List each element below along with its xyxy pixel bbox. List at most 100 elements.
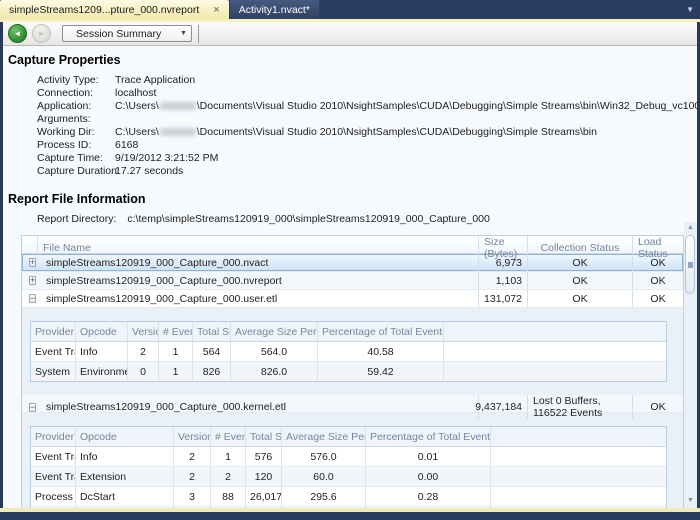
path-suffix: \Documents\Visual Studio 2010\NsightSamp… [197, 100, 697, 112]
file-row-nvreport[interactable]: + simpleStreams120919_000_Capture_000.nv… [22, 272, 683, 290]
table-row[interactable]: System Environment 0 1 826 826.0 59.42 [31, 362, 666, 381]
column-header-percentage[interactable]: Percentage of Total Events Sizes (%) [366, 427, 491, 447]
path-suffix: \Documents\Visual Studio 2010\NsightSamp… [197, 126, 597, 138]
column-header-opcode[interactable]: Opcode [76, 427, 174, 447]
collapse-icon[interactable]: − [29, 403, 36, 412]
column-header-avg-size[interactable]: Average Size Per Event [282, 427, 366, 447]
file-name: simpleStreams120919_000_Capture_000.nvre… [37, 272, 478, 289]
property-row-capture-time: Capture Time: 9/19/2012 3:21:52 PM [37, 152, 697, 165]
column-header-events[interactable]: # Events [211, 427, 246, 447]
view-selector-dropdown[interactable]: Session Summary ▼ [62, 25, 192, 42]
events-cell: 88 [211, 487, 246, 507]
collapse-icon[interactable]: − [29, 294, 36, 303]
column-header-version[interactable]: Version [128, 322, 159, 342]
property-value: 6168 [115, 139, 138, 152]
user-etl-sub-table: Provider Opcode Version # Events Total S… [30, 321, 667, 382]
column-header-filler [491, 427, 666, 447]
forward-icon: ► [38, 29, 46, 38]
column-header-version[interactable]: Version [174, 427, 211, 447]
column-header-events[interactable]: # Events [159, 322, 193, 342]
property-label: Connection: [37, 87, 115, 100]
scroll-up-icon[interactable]: ▲ [684, 222, 697, 234]
files-grid: File Name Size (Bytes) Collection Status… [21, 235, 684, 508]
report-content: Capture Properties Activity Type: Trace … [3, 46, 697, 508]
table-row[interactable]: Event Trace Info 2 1 564 564.0 40.58 [31, 342, 666, 362]
property-row-working-dir: Working Dir: C:\Users\\Documents\Visual … [37, 126, 697, 139]
vertical-scrollbar[interactable]: ▲ ▼ [684, 222, 697, 508]
avg-size-cell: 295.6 [282, 487, 366, 507]
events-cell: 2 [211, 467, 246, 487]
file-row-kernel-etl[interactable]: − simpleStreams120919_000_Capture_000.ke… [22, 395, 683, 413]
version-cell: 3 [174, 487, 211, 507]
total-size-cell: 576 [246, 447, 282, 467]
report-window: simpleStreams1209...pture_000.nvreport ×… [0, 0, 700, 520]
filler-cell [491, 467, 666, 487]
chevron-down-icon: ▼ [176, 30, 191, 37]
file-size: 9,437,184 [478, 395, 527, 419]
expand-icon[interactable]: + [29, 258, 36, 267]
report-directory-row: Report Directory:c:\temp\simpleStreams12… [37, 213, 697, 226]
avg-size-cell: 564.0 [231, 342, 318, 362]
sub-table-header: Provider Opcode Version # Events Total S… [31, 427, 666, 447]
back-button[interactable]: ◄ [8, 24, 27, 43]
report-file-information-title: Report File Information [8, 192, 697, 206]
property-value: C:\Users\ \Documents\Visual Studio 2010\N… [115, 100, 697, 113]
total-size-cell: 120 [246, 467, 282, 487]
property-label: Capture Duration: [37, 165, 115, 178]
property-value: localhost [115, 87, 156, 100]
tab-overflow-icon[interactable]: ▼ [686, 5, 694, 14]
property-row-capture-duration: Capture Duration: 17.27 seconds [37, 165, 697, 178]
forward-button[interactable]: ► [32, 24, 51, 43]
table-row[interactable]: Process DcStart 3 88 26,017 295.6 0.28 [31, 487, 666, 507]
version-cell: 2 [128, 342, 159, 362]
filler-cell [491, 487, 666, 507]
file-name: simpleStreams120919_000_Capture_000.user… [37, 290, 478, 307]
opcode-cell: Info [76, 447, 174, 467]
column-header-provider[interactable]: Provider [31, 427, 76, 447]
tab-activity1[interactable]: Activity1.nvact* [230, 0, 319, 19]
redacted-username [160, 102, 196, 110]
file-row-nvact[interactable]: + simpleStreams120919_000_Capture_000.nv… [22, 254, 683, 272]
property-label: Application: [37, 100, 115, 113]
tab-nvreport[interactable]: simpleStreams1209...pture_000.nvreport × [0, 0, 229, 19]
property-label: Process ID: [37, 139, 115, 152]
table-row[interactable]: Event Trace Info 2 1 576 576.0 0.01 [31, 447, 666, 467]
provider-cell: Event Trace [31, 447, 76, 467]
column-header-avg-size[interactable]: Average Size Per Event [231, 322, 318, 342]
file-row-user-etl[interactable]: − simpleStreams120919_000_Capture_000.us… [22, 290, 683, 308]
redacted-username [160, 128, 196, 136]
filler-cell [491, 447, 666, 467]
report-toolbar: ◄ ► Session Summary ▼ [3, 22, 697, 46]
load-status: OK [632, 272, 683, 289]
avg-size-cell: 60.0 [282, 467, 366, 487]
load-status: OK [632, 290, 683, 307]
column-header-opcode[interactable]: Opcode [76, 322, 128, 342]
close-icon[interactable]: × [213, 5, 219, 15]
percentage-cell: 0.28 [366, 487, 491, 507]
version-cell: 2 [174, 467, 211, 487]
avg-size-cell: 826.0 [231, 362, 318, 381]
scrollbar-thumb[interactable] [685, 235, 695, 294]
provider-cell: Process [31, 487, 76, 507]
collection-status: OK [527, 290, 632, 307]
table-row[interactable]: Event Trace Extension 2 2 120 60.0 0.00 [31, 467, 666, 487]
collection-status: Lost 0 Buffers, 116522 Events [527, 395, 632, 419]
column-header-total-size[interactable]: Total Size [193, 322, 231, 342]
load-status: OK [632, 395, 683, 419]
path-prefix: C:\Users\ [115, 100, 159, 112]
column-header-provider[interactable]: Provider [31, 322, 76, 342]
provider-cell: System [31, 362, 76, 381]
file-size: 1,103 [478, 272, 527, 289]
scroll-down-icon[interactable]: ▼ [684, 495, 697, 507]
collection-status: OK [527, 254, 632, 271]
filler-cell [444, 342, 666, 362]
expand-icon[interactable]: + [29, 276, 36, 285]
toolbar-separator [198, 25, 199, 43]
property-row-activity-type: Activity Type: Trace Application [37, 74, 697, 87]
property-label: Arguments: [37, 113, 115, 126]
collection-status: OK [527, 272, 632, 289]
column-header-total-size[interactable]: Total Size [246, 427, 282, 447]
total-size-cell: 826 [193, 362, 231, 381]
property-label: Capture Time: [37, 152, 115, 165]
column-header-percentage[interactable]: Percentage of Total Events Sizes (%) [318, 322, 444, 342]
